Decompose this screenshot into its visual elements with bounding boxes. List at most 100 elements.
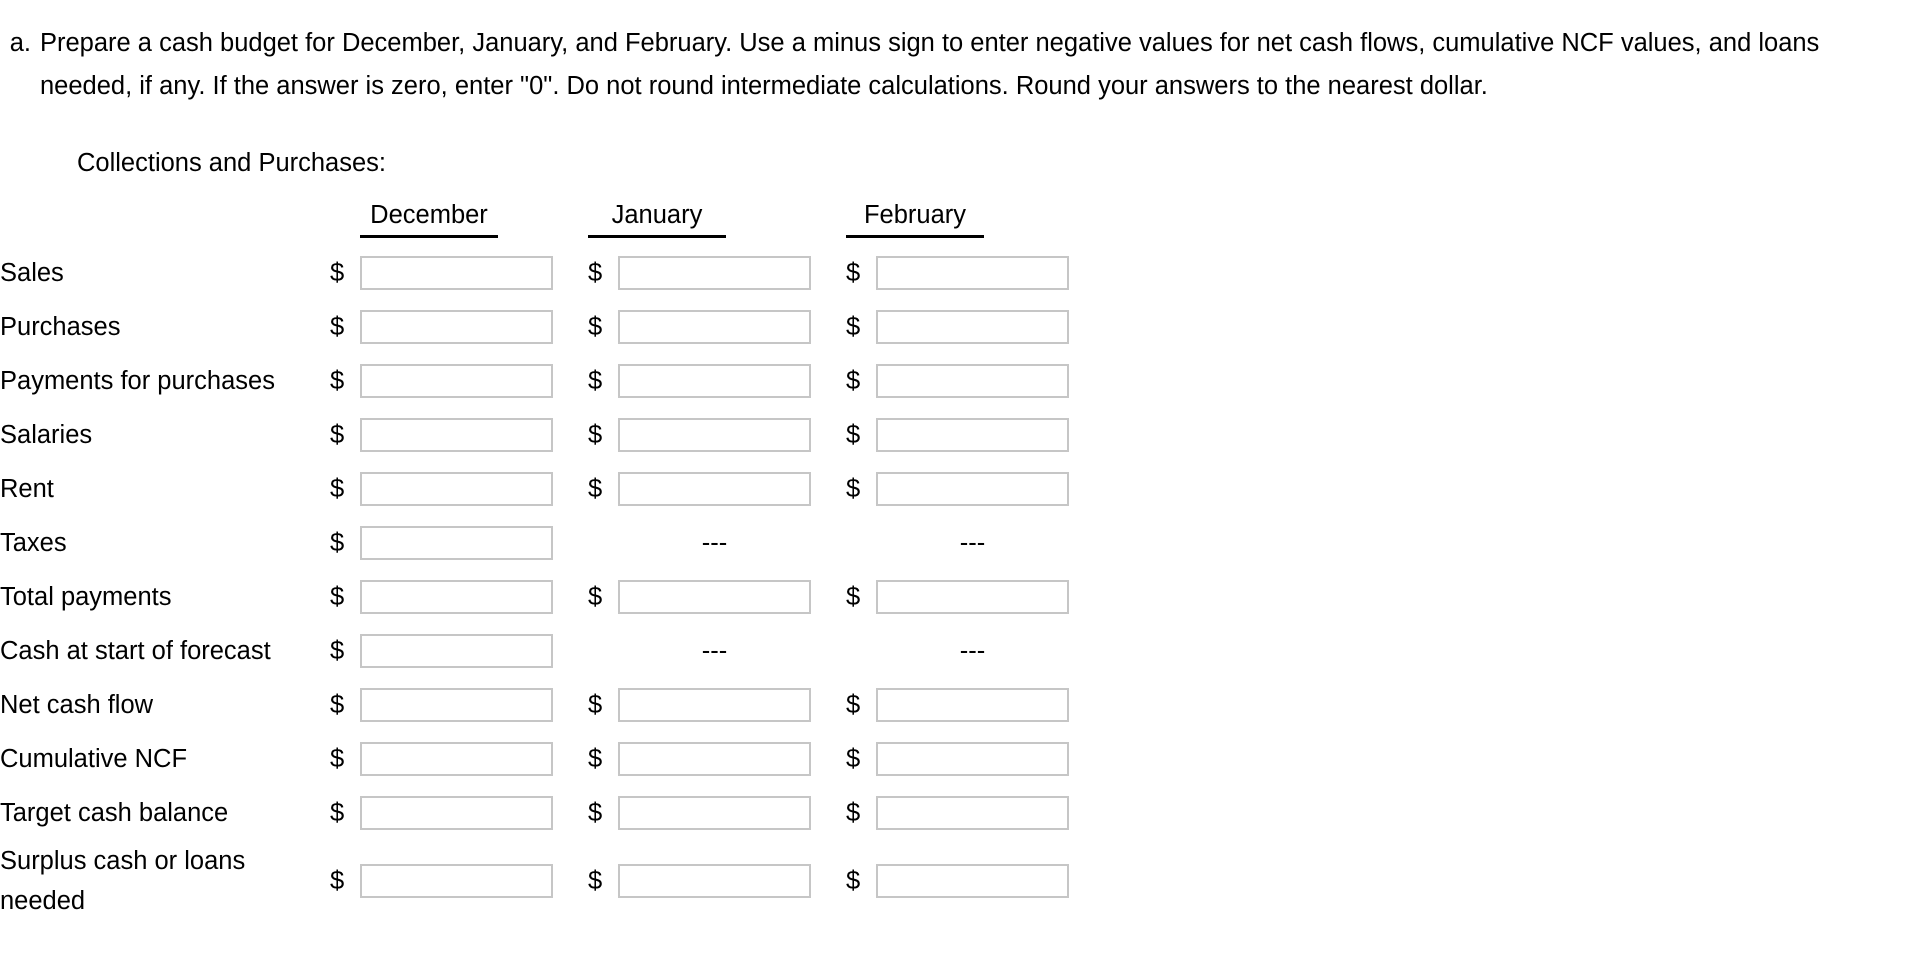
cell-total-payments-february (876, 570, 1104, 624)
input-target-cash-balance-february[interactable] (876, 796, 1069, 830)
currency-symbol-taxes-december: $ (330, 528, 345, 557)
input-total-payments-january[interactable] (618, 580, 811, 614)
input-salaries-february[interactable] (876, 418, 1069, 452)
input-taxes-december[interactable] (360, 526, 553, 560)
input-rent-february[interactable] (876, 472, 1069, 506)
currency-symbol-target-cash-balance-december: $ (330, 798, 345, 827)
input-total-payments-february[interactable] (876, 580, 1069, 614)
input-surplus-cash-or-loans-needed-january[interactable] (618, 864, 811, 898)
row-label-net-cash-flow: Net cash flow (0, 691, 154, 719)
input-rent-december[interactable] (360, 472, 553, 506)
cell-cumulative-ncf-january (618, 732, 846, 786)
currency-symbol-cash-at-start-of-forecast-february (846, 624, 876, 678)
cell-surplus-cash-or-loans-needed-december (360, 840, 588, 922)
currency-symbol-surplus-cash-or-loans-needed-december: $ (330, 866, 345, 895)
input-total-payments-december[interactable] (360, 580, 553, 614)
currency-symbol-purchases-december: $ (330, 312, 345, 341)
cell-total-payments-january (618, 570, 846, 624)
input-salaries-december[interactable] (360, 418, 553, 452)
input-payments-for-purchases-february[interactable] (876, 364, 1069, 398)
input-net-cash-flow-february[interactable] (876, 688, 1069, 722)
question-instructions: a. Prepare a cash budget for December, J… (0, 22, 1880, 108)
table-row: Salaries $ $ $ (0, 408, 1104, 462)
table-row: Payments for purchases $ $ $ (0, 354, 1104, 408)
currency-symbol-cumulative-ncf-february: $ (846, 744, 861, 773)
input-cumulative-ncf-february[interactable] (876, 742, 1069, 776)
input-purchases-february[interactable] (876, 310, 1069, 344)
input-payments-for-purchases-december[interactable] (360, 364, 553, 398)
currency-symbol-salaries-december: $ (330, 420, 345, 449)
input-cumulative-ncf-december[interactable] (360, 742, 553, 776)
row-label-purchases: Purchases (0, 313, 121, 341)
table-row: Cumulative NCF $ $ $ (0, 732, 1104, 786)
currency-symbol-purchases-february: $ (846, 312, 861, 341)
cell-rent-january (618, 462, 846, 516)
currency-symbol-total-payments-december: $ (330, 582, 345, 611)
section-label: Collections and Purchases: (77, 149, 387, 177)
cell-purchases-january (618, 300, 846, 354)
cell-taxes-january: --- (618, 516, 846, 570)
question-text: Prepare a cash budget for December, Janu… (40, 29, 1820, 100)
currency-symbol-salaries-february: $ (846, 420, 861, 449)
input-sales-february[interactable] (876, 256, 1069, 290)
input-payments-for-purchases-january[interactable] (618, 364, 811, 398)
table-row: Total payments $ $ $ (0, 570, 1104, 624)
cell-surplus-cash-or-loans-needed-january (618, 840, 846, 922)
row-label-sales: Sales (0, 259, 64, 287)
row-label-cash-at-start-of-forecast: Cash at start of forecast (0, 637, 271, 665)
cell-target-cash-balance-december (360, 786, 588, 840)
dash-placeholder-cash-at-start-of-forecast-february: --- (959, 636, 986, 665)
currency-symbol-salaries-january: $ (588, 420, 603, 449)
table-row: Purchases $ $ $ (0, 300, 1104, 354)
input-sales-january[interactable] (618, 256, 811, 290)
table-row: Surplus cash or loans needed $ $ $ (0, 840, 1104, 922)
input-surplus-cash-or-loans-needed-december[interactable] (360, 864, 553, 898)
cell-total-payments-december (360, 570, 588, 624)
table-body: Sales $ $ $ Purchases $ $ $ Payments for purchas… (0, 246, 1104, 922)
cell-rent-december (360, 462, 588, 516)
currency-symbol-cash-at-start-of-forecast-january (588, 624, 618, 678)
row-label-taxes: Taxes (0, 529, 67, 557)
currency-symbol-payments-for-purchases-january: $ (588, 366, 603, 395)
question-marker: a. (9, 29, 31, 57)
cell-net-cash-flow-december (360, 678, 588, 732)
input-salaries-january[interactable] (618, 418, 811, 452)
cash-budget-table: December January February Sales $ $ $ Purcha… (0, 196, 1104, 922)
cell-salaries-february (876, 408, 1104, 462)
currency-symbol-payments-for-purchases-december: $ (330, 366, 345, 395)
input-target-cash-balance-january[interactable] (618, 796, 811, 830)
table-row: Taxes $ --- --- (0, 516, 1104, 570)
currency-symbol-taxes-february (846, 516, 876, 570)
currency-symbol-surplus-cash-or-loans-needed-january: $ (588, 866, 603, 895)
input-net-cash-flow-december[interactable] (360, 688, 553, 722)
currency-symbol-cash-at-start-of-forecast-december: $ (330, 636, 345, 665)
currency-symbol-net-cash-flow-february: $ (846, 690, 861, 719)
row-label-salaries: Salaries (0, 421, 93, 449)
cell-net-cash-flow-february (876, 678, 1104, 732)
currency-symbol-rent-february: $ (846, 474, 861, 503)
input-sales-december[interactable] (360, 256, 553, 290)
dash-placeholder-taxes-january: --- (701, 528, 728, 557)
dash-placeholder-taxes-february: --- (959, 528, 986, 557)
currency-symbol-net-cash-flow-january: $ (588, 690, 603, 719)
cell-purchases-december (360, 300, 588, 354)
input-cash-at-start-of-forecast-december[interactable] (360, 634, 553, 668)
input-cumulative-ncf-january[interactable] (618, 742, 811, 776)
currency-symbol-rent-january: $ (588, 474, 603, 503)
input-target-cash-balance-december[interactable] (360, 796, 553, 830)
cell-payments-for-purchases-december (360, 354, 588, 408)
row-label-rent: Rent (0, 475, 54, 503)
input-surplus-cash-or-loans-needed-february[interactable] (876, 864, 1069, 898)
table-row: Rent $ $ $ (0, 462, 1104, 516)
input-purchases-january[interactable] (618, 310, 811, 344)
cell-cash-at-start-of-forecast-february: --- (876, 624, 1104, 678)
input-net-cash-flow-january[interactable] (618, 688, 811, 722)
cell-target-cash-balance-february (876, 786, 1104, 840)
input-rent-january[interactable] (618, 472, 811, 506)
header-spacer (0, 196, 360, 246)
dash-placeholder-cash-at-start-of-forecast-january: --- (701, 636, 728, 665)
cell-payments-for-purchases-february (876, 354, 1104, 408)
currency-symbol-taxes-january (588, 516, 618, 570)
input-purchases-december[interactable] (360, 310, 553, 344)
table-row: Target cash balance $ $ $ (0, 786, 1104, 840)
